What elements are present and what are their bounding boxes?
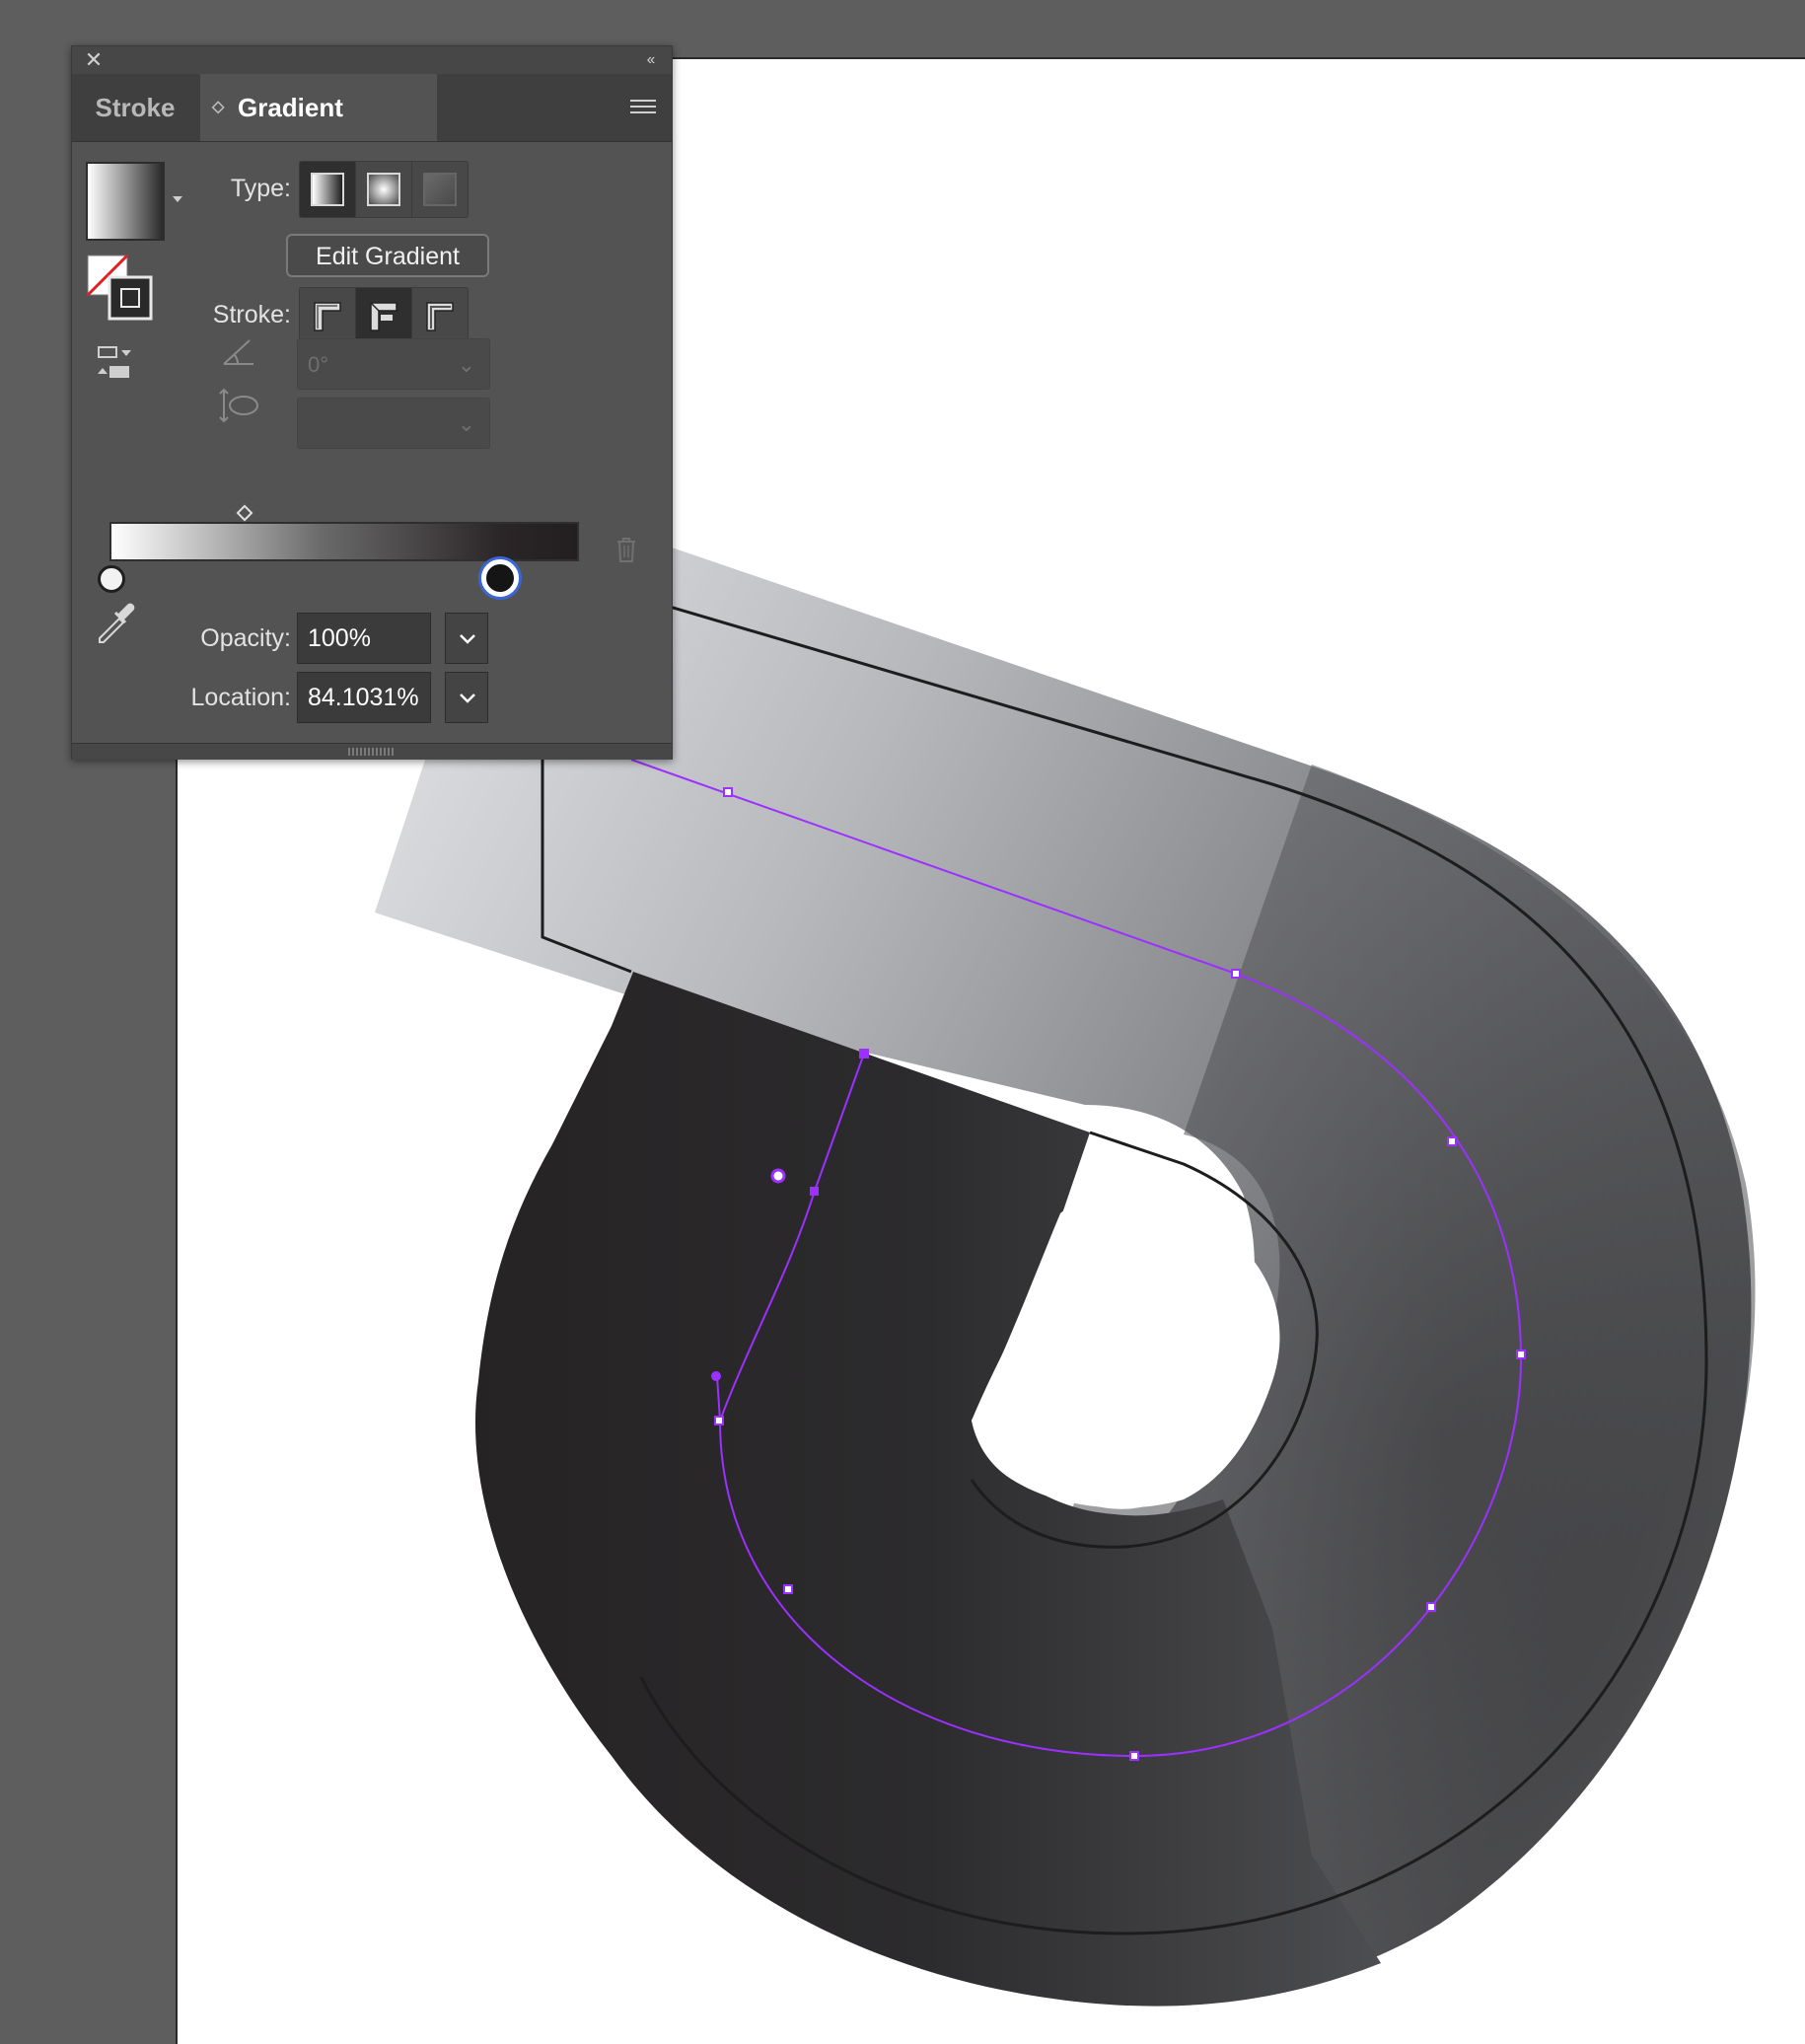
opacity-dropdown[interactable] — [445, 613, 488, 664]
panel-menu-icon[interactable] — [630, 96, 656, 117]
freeform-gradient-icon — [423, 173, 457, 206]
tab-stroke[interactable]: Stroke — [72, 74, 198, 141]
tab-gradient-label: Gradient — [238, 93, 343, 122]
angle-value: 0° — [308, 352, 329, 377]
eyedropper-icon[interactable] — [94, 599, 139, 644]
angle-dropdown[interactable]: 0° ⌄ — [297, 338, 490, 390]
chevron-down-icon: ⌄ — [457, 411, 475, 436]
apply-along-stroke-button[interactable] — [356, 288, 412, 343]
opacity-input[interactable]: 100% — [297, 613, 431, 664]
linear-gradient-icon — [311, 173, 344, 206]
gradient-thumbnail[interactable] — [86, 162, 165, 241]
stroke-gradient-group — [299, 287, 469, 344]
anchor-point-selected — [810, 1187, 819, 1196]
sort-arrows-icon: ◇ — [212, 99, 225, 115]
linear-gradient-button[interactable] — [300, 162, 356, 217]
tab-gradient[interactable]: ◇ Gradient — [200, 74, 437, 141]
radial-gradient-button[interactable] — [356, 162, 412, 217]
anchor-point — [783, 1584, 793, 1594]
direction-handle — [711, 1371, 721, 1381]
gradient-stop-black-selected[interactable] — [481, 559, 519, 597]
opacity-label: Opacity: — [200, 624, 291, 652]
chevron-down-icon: ⌄ — [457, 352, 475, 377]
panel-resize-grip[interactable] — [72, 743, 672, 760]
tab-stroke-label: Stroke — [95, 93, 176, 122]
anchor-point — [1231, 969, 1241, 979]
collapse-panel-icon[interactable]: ‹‹ — [638, 48, 662, 72]
trash-icon[interactable] — [614, 536, 638, 563]
apply-across-stroke-button[interactable] — [412, 288, 468, 343]
apply-within-stroke-button[interactable] — [300, 288, 356, 343]
gradient-stop-white[interactable] — [98, 565, 125, 593]
angle-icon — [223, 339, 253, 365]
anchor-point — [1516, 1350, 1526, 1359]
location-label: Location: — [190, 684, 291, 711]
reverse-gradient-icon[interactable] — [96, 342, 135, 382]
panel-tab-bar: Stroke ◇ Gradient — [72, 74, 672, 142]
radial-gradient-icon — [367, 173, 400, 206]
aspect-ratio-dropdown[interactable]: ⌄ — [297, 398, 490, 449]
apply-along-stroke-icon — [370, 302, 397, 331]
panel-title-bar[interactable]: ✕ ‹‹ — [72, 46, 672, 74]
gradient-slider[interactable] — [109, 522, 579, 561]
type-label: Type: — [230, 175, 291, 202]
direction-handle — [770, 1168, 786, 1184]
anchor-point — [1129, 1751, 1139, 1761]
fill-stroke-swatch-icon[interactable] — [86, 254, 155, 323]
close-icon[interactable]: ✕ — [82, 48, 106, 72]
apply-across-stroke-icon — [426, 302, 454, 331]
gradient-panel: ✕ ‹‹ Stroke ◇ Gradient Type: Edit Gradie… — [71, 45, 673, 760]
location-dropdown[interactable] — [445, 672, 488, 723]
anchor-point — [1426, 1602, 1436, 1612]
edit-gradient-button[interactable]: Edit Gradient — [286, 234, 489, 277]
anchor-point-selected — [859, 1049, 869, 1058]
aspect-ratio-icon — [219, 388, 258, 423]
chevron-down-icon — [460, 634, 475, 644]
gradient-type-group — [299, 161, 469, 218]
anchor-point — [723, 787, 733, 797]
gradient-midpoint-diamond[interactable] — [236, 504, 253, 522]
freeform-gradient-button[interactable] — [412, 162, 468, 217]
anchor-point — [714, 1416, 724, 1425]
anchor-point — [1447, 1136, 1457, 1146]
stroke-label: Stroke: — [212, 301, 291, 328]
chevron-down-icon — [460, 694, 475, 703]
apply-within-stroke-icon — [314, 302, 341, 331]
location-input[interactable]: 84.1031% — [297, 672, 431, 723]
